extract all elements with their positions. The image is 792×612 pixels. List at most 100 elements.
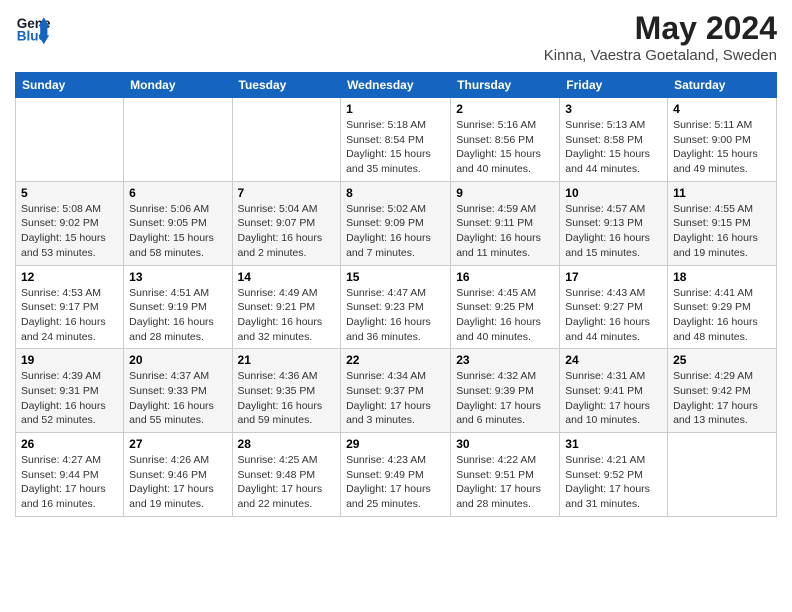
day-info: Sunrise: 4:57 AM Sunset: 9:13 PM Dayligh… [565,202,662,261]
calendar-cell: 20Sunrise: 4:37 AM Sunset: 9:33 PM Dayli… [124,349,232,433]
calendar-day-header: Wednesday [341,73,451,98]
calendar-week-row: 5 Sunrise: 5:08 AM Sunset: 9:02 PM Daylig… [16,181,777,265]
day-number: 25 [673,353,771,367]
calendar-cell: 1 Sunrise: 5:18 AM Sunset: 8:54 PM Daylig… [341,98,451,182]
day-number: 5 [21,186,118,200]
day-info: Sunrise: 5:16 AM Sunset: 8:56 PM Dayligh… [456,118,554,177]
calendar-day-header: Sunday [16,73,124,98]
day-number: 14 [238,270,336,284]
day-info: Sunrise: 5:18 AM Sunset: 8:54 PM Dayligh… [346,118,445,177]
calendar-cell: 2 Sunrise: 5:16 AM Sunset: 8:56 PM Daylig… [451,98,560,182]
calendar-cell: 18Sunrise: 4:41 AM Sunset: 9:29 PM Dayli… [668,265,777,349]
calendar-header-row: SundayMondayTuesdayWednesdayThursdayFrid… [16,73,777,98]
day-number: 28 [238,437,336,451]
day-info: Sunrise: 4:51 AM Sunset: 9:19 PM Dayligh… [129,286,226,345]
calendar-cell: 8 Sunrise: 5:02 AM Sunset: 9:09 PM Daylig… [341,181,451,265]
day-info: Sunrise: 4:31 AM Sunset: 9:41 PM Dayligh… [565,369,662,428]
day-info: Sunrise: 5:13 AM Sunset: 8:58 PM Dayligh… [565,118,662,177]
calendar-cell: 26 Sunrise: 4:27 AM Sunset: 9:44 PM Dayli… [16,433,124,517]
day-number: 19 [21,353,118,367]
day-info: Sunrise: 4:23 AM Sunset: 9:49 PM Dayligh… [346,453,445,512]
calendar-day-header: Monday [124,73,232,98]
calendar-cell: 13Sunrise: 4:51 AM Sunset: 9:19 PM Dayli… [124,265,232,349]
day-number: 11 [673,186,771,200]
calendar-cell: 19Sunrise: 4:39 AM Sunset: 9:31 PM Dayli… [16,349,124,433]
day-info: Sunrise: 4:55 AM Sunset: 9:15 PM Dayligh… [673,202,771,261]
calendar-cell: 4 Sunrise: 5:11 AM Sunset: 9:00 PM Daylig… [668,98,777,182]
calendar-cell: 22 Sunrise: 4:34 AM Sunset: 9:37 PM Dayli… [341,349,451,433]
day-number: 6 [129,186,226,200]
day-number: 10 [565,186,662,200]
calendar-week-row: 19Sunrise: 4:39 AM Sunset: 9:31 PM Dayli… [16,349,777,433]
day-info: Sunrise: 5:04 AM Sunset: 9:07 PM Dayligh… [238,202,336,261]
title-area: May 2024 Kinna, Vaestra Goetaland, Swede… [544,10,777,64]
calendar-cell [124,98,232,182]
calendar-cell: 28 Sunrise: 4:25 AM Sunset: 9:48 PM Dayli… [232,433,341,517]
calendar-week-row: 26 Sunrise: 4:27 AM Sunset: 9:44 PM Dayli… [16,433,777,517]
day-number: 12 [21,270,118,284]
day-info: Sunrise: 4:27 AM Sunset: 9:44 PM Dayligh… [21,453,118,512]
day-number: 30 [456,437,554,451]
day-info: Sunrise: 5:06 AM Sunset: 9:05 PM Dayligh… [129,202,226,261]
day-number: 29 [346,437,445,451]
day-info: Sunrise: 4:36 AM Sunset: 9:35 PM Dayligh… [238,369,336,428]
day-number: 31 [565,437,662,451]
calendar-cell: 11 Sunrise: 4:55 AM Sunset: 9:15 PM Dayli… [668,181,777,265]
calendar-day-header: Thursday [451,73,560,98]
day-number: 22 [346,353,445,367]
calendar-day-header: Saturday [668,73,777,98]
day-number: 9 [456,186,554,200]
day-info: Sunrise: 4:49 AM Sunset: 9:21 PM Dayligh… [238,286,336,345]
calendar-cell: 16Sunrise: 4:45 AM Sunset: 9:25 PM Dayli… [451,265,560,349]
calendar-cell: 31 Sunrise: 4:21 AM Sunset: 9:52 PM Dayli… [560,433,668,517]
calendar-week-row: 1 Sunrise: 5:18 AM Sunset: 8:54 PM Daylig… [16,98,777,182]
calendar-day-header: Friday [560,73,668,98]
day-number: 4 [673,102,771,116]
month-title: May 2024 [544,10,777,47]
calendar-week-row: 12 Sunrise: 4:53 AM Sunset: 9:17 PM Dayli… [16,265,777,349]
day-number: 8 [346,186,445,200]
day-info: Sunrise: 5:11 AM Sunset: 9:00 PM Dayligh… [673,118,771,177]
day-info: Sunrise: 4:34 AM Sunset: 9:37 PM Dayligh… [346,369,445,428]
day-info: Sunrise: 4:47 AM Sunset: 9:23 PM Dayligh… [346,286,445,345]
day-number: 15 [346,270,445,284]
day-info: Sunrise: 5:02 AM Sunset: 9:09 PM Dayligh… [346,202,445,261]
calendar-cell: 23 Sunrise: 4:32 AM Sunset: 9:39 PM Dayli… [451,349,560,433]
calendar-cell: 30 Sunrise: 4:22 AM Sunset: 9:51 PM Dayli… [451,433,560,517]
calendar-cell: 25 Sunrise: 4:29 AM Sunset: 9:42 PM Dayli… [668,349,777,433]
calendar-cell: 7 Sunrise: 5:04 AM Sunset: 9:07 PM Daylig… [232,181,341,265]
day-info: Sunrise: 4:41 AM Sunset: 9:29 PM Dayligh… [673,286,771,345]
day-info: Sunrise: 4:29 AM Sunset: 9:42 PM Dayligh… [673,369,771,428]
calendar-day-header: Tuesday [232,73,341,98]
day-number: 2 [456,102,554,116]
day-number: 3 [565,102,662,116]
calendar-cell: 24 Sunrise: 4:31 AM Sunset: 9:41 PM Dayli… [560,349,668,433]
day-info: Sunrise: 4:32 AM Sunset: 9:39 PM Dayligh… [456,369,554,428]
day-number: 23 [456,353,554,367]
day-number: 7 [238,186,336,200]
day-number: 24 [565,353,662,367]
calendar-cell: 21 Sunrise: 4:36 AM Sunset: 9:35 PM Dayli… [232,349,341,433]
calendar-cell [16,98,124,182]
calendar-cell: 6 Sunrise: 5:06 AM Sunset: 9:05 PM Daylig… [124,181,232,265]
page-header: General Blue May 2024 Kinna, Vaestra Goe… [15,10,777,64]
day-info: Sunrise: 4:21 AM Sunset: 9:52 PM Dayligh… [565,453,662,512]
day-info: Sunrise: 4:53 AM Sunset: 9:17 PM Dayligh… [21,286,118,345]
day-number: 21 [238,353,336,367]
day-info: Sunrise: 4:59 AM Sunset: 9:11 PM Dayligh… [456,202,554,261]
calendar-cell: 3 Sunrise: 5:13 AM Sunset: 8:58 PM Daylig… [560,98,668,182]
day-info: Sunrise: 4:22 AM Sunset: 9:51 PM Dayligh… [456,453,554,512]
day-info: Sunrise: 5:08 AM Sunset: 9:02 PM Dayligh… [21,202,118,261]
day-info: Sunrise: 4:37 AM Sunset: 9:33 PM Dayligh… [129,369,226,428]
day-info: Sunrise: 4:45 AM Sunset: 9:25 PM Dayligh… [456,286,554,345]
day-info: Sunrise: 4:43 AM Sunset: 9:27 PM Dayligh… [565,286,662,345]
calendar-cell: 29 Sunrise: 4:23 AM Sunset: 9:49 PM Dayli… [341,433,451,517]
day-number: 17 [565,270,662,284]
calendar-table: SundayMondayTuesdayWednesdayThursdayFrid… [15,72,777,517]
calendar-cell: 5 Sunrise: 5:08 AM Sunset: 9:02 PM Daylig… [16,181,124,265]
day-info: Sunrise: 4:25 AM Sunset: 9:48 PM Dayligh… [238,453,336,512]
location-title: Kinna, Vaestra Goetaland, Sweden [544,47,777,64]
day-number: 26 [21,437,118,451]
calendar-cell: 17 Sunrise: 4:43 AM Sunset: 9:27 PM Dayli… [560,265,668,349]
day-number: 1 [346,102,445,116]
